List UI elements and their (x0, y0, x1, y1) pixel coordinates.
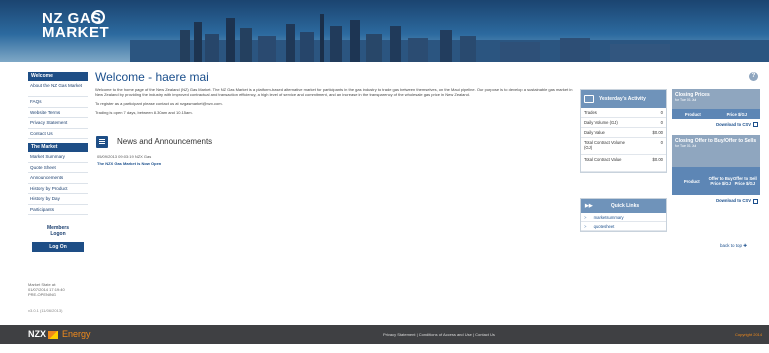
trading-hours-text: Trading is open 7 days, between 8.30am a… (95, 110, 193, 115)
logo-ring-icon (91, 10, 105, 24)
quick-links-title: Quick Links (610, 203, 640, 209)
chevron-right-icon: > (584, 215, 587, 220)
activity-label: Trades (584, 110, 597, 115)
closing-offers-subtitle: for Tue 01 Jul (675, 144, 697, 149)
activity-value: $0.00 (652, 157, 663, 162)
nav-heading-the-market[interactable]: The Market (28, 143, 88, 152)
activity-value: 0 (660, 120, 663, 125)
col-product: Product (683, 178, 700, 184)
nav-item-history-by-product[interactable]: History by Product (28, 184, 88, 194)
download-csv-label[interactable]: Download to CSV (716, 198, 751, 203)
closing-prices-columns: Product Price $/GJ (672, 109, 760, 119)
market-state-value: PRE-OPENING (28, 292, 57, 297)
nav-item-history-by-day[interactable]: History by Day (28, 194, 88, 205)
nav-item-quote-sheet[interactable]: Quote Sheet (28, 163, 88, 173)
activity-row: Daily Volume (GJ) 0 (581, 118, 666, 128)
footer-logo-energy: Energy (62, 329, 91, 339)
footer-logo-nzx: NZX (28, 329, 46, 339)
activity-label: Daily Volume (GJ) (584, 120, 618, 125)
news-title: News and Announcements (117, 137, 213, 146)
quick-links-header: ▶▶ Quick Links (581, 199, 666, 213)
log-on-button[interactable]: Log On (32, 242, 84, 252)
market-state: Market State at: 01/07/2014 17:19:40 PRE… (28, 282, 88, 297)
nav-item-about[interactable]: About the NZ Gas Market (28, 81, 88, 97)
csv-file-icon (753, 198, 758, 204)
nav-heading-welcome[interactable]: Welcome (28, 72, 88, 81)
news-icon (96, 136, 108, 148)
closing-offers-header: Closing Offer to Buy/Offer to Sells for … (672, 135, 760, 168)
download-csv-link[interactable]: Download to CSV (672, 198, 760, 204)
nav-item-participants[interactable]: Participants (28, 205, 88, 215)
fast-forward-icon: ▶▶ (585, 203, 593, 209)
nav-item-privacy-statement[interactable]: Privacy Statement (28, 118, 88, 129)
news-meta: 05/09/2013 09:03:19 NZX Gas (97, 154, 152, 159)
quick-link-item[interactable]: > marketsummary (581, 213, 666, 222)
activity-label: Total Contract Volume (GJ) (584, 140, 625, 150)
col-product: Product (684, 111, 701, 117)
copyright-text: Copyright 2014 (735, 332, 763, 337)
help-icon[interactable]: ? (749, 72, 758, 81)
register-text: To register as a participant please cont… (95, 101, 223, 106)
quick-link-item[interactable]: > quotesheet (581, 222, 666, 231)
activity-row: Daily Value $0.00 (581, 128, 666, 138)
activity-value: 0 (660, 140, 663, 145)
activity-icon (584, 95, 594, 103)
download-csv-link[interactable]: Download to CSV (672, 122, 760, 128)
back-to-top-label[interactable]: back to top (720, 243, 742, 248)
activity-row: Total Contract Volume (GJ) 0 (581, 138, 666, 155)
footer: NZX Energy Privacy Statement | Conditions… (0, 325, 769, 344)
news-link[interactable]: The NZX Gas Market is Now Open (97, 161, 161, 166)
chevron-right-icon: > (584, 224, 587, 229)
closing-prices-header: Closing Prices for Tue 01 Jul (672, 89, 760, 109)
quick-links-panel: ▶▶ Quick Links > marketsummary > quotesh… (580, 198, 667, 232)
city-skyline-image (130, 14, 769, 62)
closing-offers-columns: Product Offer to Buy Price $/GJ Offer to… (672, 167, 760, 196)
quick-link-label[interactable]: marketsummary (594, 215, 624, 220)
activity-title: Yesterday's Activity (599, 96, 646, 102)
col-price: Price $/GJ (726, 111, 748, 117)
nzx-energy-logo[interactable]: NZX Energy (28, 329, 91, 339)
closing-prices-subtitle: for Tue 01 Jul (675, 98, 697, 102)
activity-value: $0.00 (652, 130, 663, 135)
members-logon-heading: Members Logon (28, 225, 88, 237)
main-content: Welcome - haere mai Welcome to the home … (95, 70, 575, 166)
back-to-top-link[interactable]: back to top ✚ (720, 243, 747, 249)
csv-file-icon (753, 122, 758, 128)
version-text: v3.0.1 (11/06/2013) (28, 308, 63, 313)
activity-row: Total Contract Value $0.00 (581, 155, 666, 172)
nav-item-market-summary[interactable]: Market Summary (28, 152, 88, 163)
col-offer-sell: Offer to Sell Price $/GJ (733, 176, 757, 187)
closing-prices-panel: Closing Prices for Tue 01 Jul Product Pr… (672, 89, 760, 128)
download-csv-label[interactable]: Download to CSV (716, 122, 751, 127)
members-line-2: Logon (50, 231, 66, 237)
activity-header: Yesterday's Activity (581, 90, 666, 108)
right-column: Closing Prices for Tue 01 Jul Product Pr… (672, 89, 760, 204)
activity-label: Total Contract Value (584, 157, 622, 162)
col-offer-buy: Offer to Buy Price $/GJ (708, 176, 733, 187)
nav-item-website-terms[interactable]: Website Terms (28, 108, 88, 118)
intro-paragraph: Welcome to the home page of the New Zeal… (95, 87, 573, 97)
nav-item-faqs[interactable]: FAQs (28, 97, 88, 108)
yesterdays-activity-panel: Yesterday's Activity Trades 0 Daily Volu… (580, 89, 667, 173)
activity-row: Trades 0 (581, 108, 666, 118)
logo-line-2: MARKET (42, 24, 110, 41)
closing-offers-panel: Closing Offer to Buy/Offer to Sells for … (672, 135, 760, 204)
nav-item-contact-us[interactable]: Contact Us (28, 129, 88, 139)
activity-value: 0 (660, 110, 663, 115)
arrow-up-icon: ✚ (743, 243, 748, 248)
nav-item-announcements[interactable]: Announcements (28, 173, 88, 184)
header-banner: NZ GAS MARKET (0, 0, 769, 62)
quick-link-label[interactable]: quotesheet (594, 224, 615, 229)
nzx-swoosh-icon (48, 330, 58, 339)
activity-label: Daily Value (584, 130, 605, 135)
intro-text: Welcome to the home page of the New Zeal… (95, 87, 573, 115)
left-navigation: Welcome About the NZ Gas Market FAQs Web… (28, 72, 88, 252)
footer-links[interactable]: Privacy Statement | Conditions of Access… (383, 332, 495, 337)
page-title: Welcome - haere mai (95, 70, 209, 84)
